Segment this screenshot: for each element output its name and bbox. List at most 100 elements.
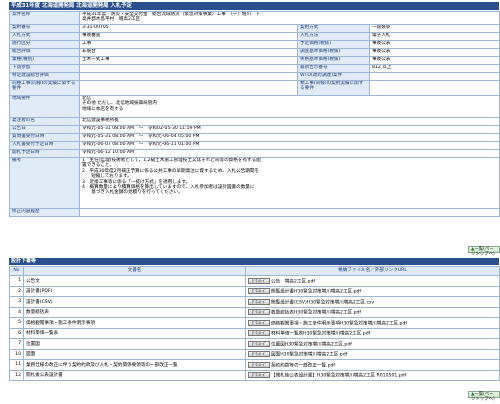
detail-label: 入札方法 [297,32,370,41]
detail-row: 修正内容履歴 [9,208,500,217]
row-number: 6 [9,327,24,339]
detail-row: 備考 1 主任(監理)技術者として、1,2級土木施工管理技士又はそれと同等の資格を… [9,157,500,209]
file-name: 価格観閲事項・施工条件明示事項H30緊急対策増川増高2工区.pdf [271,321,407,326]
row-number: 3 [9,296,24,308]
document-name: 材料単価一覧表 [23,327,246,339]
download-button[interactable]: ﾀﾞｳﾝﾛｰﾄﾞ [248,319,270,326]
row-number: 5 [9,317,24,329]
detail-row: 質問書受付日時 令和元-05-31 08:00 AM ～ 令和元-06-04 05… [9,133,500,142]
document-name: 設計書(PDF) [23,285,246,297]
page-title: 平成31年度 北海道開発局 北海道開発局 入札予定 [9,2,499,10]
detail-value: 令和元-05-31 08:00 AM ～ 令和02-05-30 11:59 PM [78,125,500,134]
detail-label: 業種(種別) [9,56,80,65]
row-number: 10 [9,348,24,360]
detail-label: 修正内容履歴 [9,208,80,217]
detail-label: 最新告示番号 [297,64,370,73]
detail-value: 令和元-06-12 10:00 AM [78,149,500,158]
table-row: 12 閲札後公表設計書 ﾀﾞｳﾝﾛｰﾄﾞ 【閲札後公表設計書】H30緊急対策増川増高2… [9,369,500,381]
file-cell: ﾀﾞｳﾝﾛｰﾄﾞ 位置図H30緊急対策増川増高2工区.pdf [245,338,500,350]
detail-label: 案件名称 [9,11,80,25]
detail-label: 類工事(同様)の契約実績に関する要件 [297,80,370,96]
table-row: 1 公告文 ﾀﾞｳﾝﾛｰﾄﾞ 公告 増高2工区.pdf [9,275,500,287]
detail-label: 開札予定日時 [9,149,80,158]
col-header-name: 文書名 [23,266,246,276]
file-name: 関覧設計書H30緊急対策増川増高2工区.pdf [271,289,362,295]
detail-label: 発注者の名 [9,117,80,126]
detail-label: 公告日 [9,125,80,134]
row-number: 11 [9,359,24,371]
download-button[interactable]: ﾀﾞｳﾝﾛｰﾄﾞ [248,372,270,378]
download-button[interactable]: ﾀﾞｳﾝﾛｰﾄﾞ [248,340,270,347]
file-cell: ﾀﾞｳﾝﾛｰﾄﾞ 図面H30緊急対策増川増高2工区.pdf [245,348,500,360]
detail-value: 事後公表 [368,56,500,65]
detail-row: 地域要件 北信 その他 ただし、北信地域振興局管内 地域に本店を有する [9,95,500,118]
table-row: 3 設計書(CSV) ﾀﾞｳﾝﾛｰﾄﾞ 関覧設計書(CSV)H30緊急対策増川増高2工… [9,296,500,308]
detail-value: 北信 その他 ただし、北信地域振興局管内 地域に本店を有する [78,95,500,118]
table-row: 7 位置図 ﾀﾞｳﾝﾛｰﾄﾞ 位置図H30緊急対策増川増高2工区.pdf [9,338,500,350]
detail-label: 施行区分 [9,40,80,49]
table-row: 2 設計書(PDF) ﾀﾞｳﾝﾛｰﾄﾞ 関覧設計書H30緊急対策増川増高2工区.pdf [9,285,500,297]
document-name: 位置図 [23,338,246,350]
document-name: 図面 [23,348,246,360]
download-button[interactable]: ﾀﾞｳﾝﾛｰﾄﾞ [248,330,270,336]
document-name: 価格観閲事項・施工条件明示事項 [23,317,246,329]
table-row: 11 業務仕様の改正に伴う契約約款及び入札・契約関係要領等の一部改正一覧 ﾀﾞｳﾝﾛ… [9,359,500,371]
row-number: 7 [9,338,24,350]
download-button[interactable]: ﾀﾞｳﾝﾛｰﾄﾞ [248,298,270,305]
download-button[interactable]: ﾀﾞｳﾝﾛｰﾄﾞ [248,288,270,294]
table-row: 6 材料単価一覧表 ﾀﾞｳﾝﾛｰﾄﾞ 材料単価一覧表H30緊急対策増川増高2工区.pd… [9,327,500,339]
detail-label: 契約方式 [297,24,370,33]
detail-value: 令和元-05-31 08:00 AM ～ 令和元-06-04 05:00 PM [78,133,500,142]
detail-label: 調査基準価格(税抜) [297,48,370,57]
detail-row: 案件名称 平成31年度 防災・安全交付金 総合流域防災（緊急対策事業）工事 （一）… [9,11,500,25]
back-to-top-button[interactable]: ▲一覧(ページトップへ) [468,246,500,257]
detail-row: 契約番号 3-31-00705 契約方式 一般競争 [9,24,500,33]
download-button[interactable]: ﾀﾞｳﾝﾛｰﾄﾞ [248,361,270,368]
detail-label: 同種工事(同様)の実績に関する要件 [9,80,80,96]
file-cell: ﾀﾞｳﾝﾛｰﾄﾞ 関覧設計書H30緊急対策増川増高2工区.pdf [245,285,500,297]
detail-value: 3-31-00705 [79,24,298,33]
file-name: 数量総括表H30緊急対策増川増高2工区.pdf [271,310,362,316]
table-row: 10 図面 ﾀﾞｳﾝﾛｰﾄﾞ 図面H30緊急対策増川増高2工区.pdf [9,348,500,360]
row-number: 2 [9,285,24,297]
detail-row: 同種工事(同様)の実績に関する要件 類工事(同様)の契約実績に関する要件 [9,80,500,96]
file-cell: ﾀﾞｳﾝﾛｰﾄﾞ 関覧設計書(CSV)H30緊急対策増川増高2工区.csv [245,296,500,308]
detail-value: 事後審査 [79,32,298,41]
detail-row: 発注者の名 北信建設事務所長 [9,117,500,126]
file-cell: ﾀﾞｳﾝﾛｰﾄﾞ 材料単価一覧表H30緊急対策増川増高2工区.pdf [245,327,500,339]
document-name: 数量総括表 [23,306,246,318]
file-name: 図面H30緊急対策増川増高2工区.pdf [271,352,348,358]
detail-value: 非競合 [79,48,298,57]
detail-row: 施行区分 工事 予定価格(税抜) 事後公表 [9,40,500,49]
detail-value: 電子入札 [368,32,500,41]
detail-label: 契約番号 [9,24,80,33]
file-name: 位置図H30緊急対策増川増高2工区.pdf [271,342,352,347]
detail-value: 事後公表 [368,48,500,57]
file-cell: ﾀﾞｳﾝﾛｰﾄﾞ 数量総括表H30緊急対策増川増高2工区.pdf [245,306,500,318]
detail-row: 総合評価 非競合 調査基準価格(税抜) 事後公表 [9,48,500,57]
file-cell: ﾀﾞｳﾝﾛｰﾄﾞ 公告 増高2工区.pdf [245,275,500,287]
back-to-top-button-bottom[interactable]: ▲一覧(ページトップへ) [468,391,500,402]
detail-label: 失格基準価格(税抜) [297,56,370,65]
table-row: 5 価格観閲事項・施工条件明示事項 ﾀﾞｳﾝﾛｰﾄﾞ 価格観閲事項・施工条件明示事項H… [9,317,500,329]
col-header-file: 格納ファイル名／外部リンクURL [245,266,500,276]
download-button[interactable]: ﾀﾞｳﾝﾛｰﾄﾞ [248,351,270,357]
detail-label: 特定建設総合評価 [9,72,80,81]
detail-label: WTO(政府調達)案件 [297,72,370,81]
detail-value: 1 主任(監理)技術者として、1,2級土木施工管理技士又はそれと同等の資格を有す… [78,157,500,209]
download-button[interactable]: ﾀﾞｳﾝﾛｰﾄﾞ [248,309,270,315]
download-button[interactable]: ﾀﾞｳﾝﾛｰﾄﾞ [248,277,270,284]
detail-value: 平成31年度 防災・安全交付金 総合流域防災（緊急対策事業）工事 （一）増川 下… [78,11,500,25]
document-name: 閲札後公表設計書 [23,369,246,381]
row-number: 1 [9,275,24,287]
document-name: 業務仕様の改正に伴う契約約款及び入札・契約関係要領等の一部改正一覧 [23,359,246,371]
detail-value [78,208,500,217]
files-table: No 文書名 格納ファイル名／外部リンクURL 1 公告文 ﾀﾞｳﾝﾛｰﾄﾞ 公告 増… [9,266,500,381]
document-name: 設計書(CSV) [23,296,246,308]
detail-value [79,64,298,73]
row-number: 4 [9,306,24,318]
file-name: 【閲札後公表設計書】H30緊急対策増川増高2工区 R010501.pdf [271,373,407,379]
file-name: 契約約款等の一部改正一覧.pdf [271,363,336,368]
detail-value: 土木一式工事 [79,56,298,65]
detail-label: 地域要件 [9,95,80,118]
